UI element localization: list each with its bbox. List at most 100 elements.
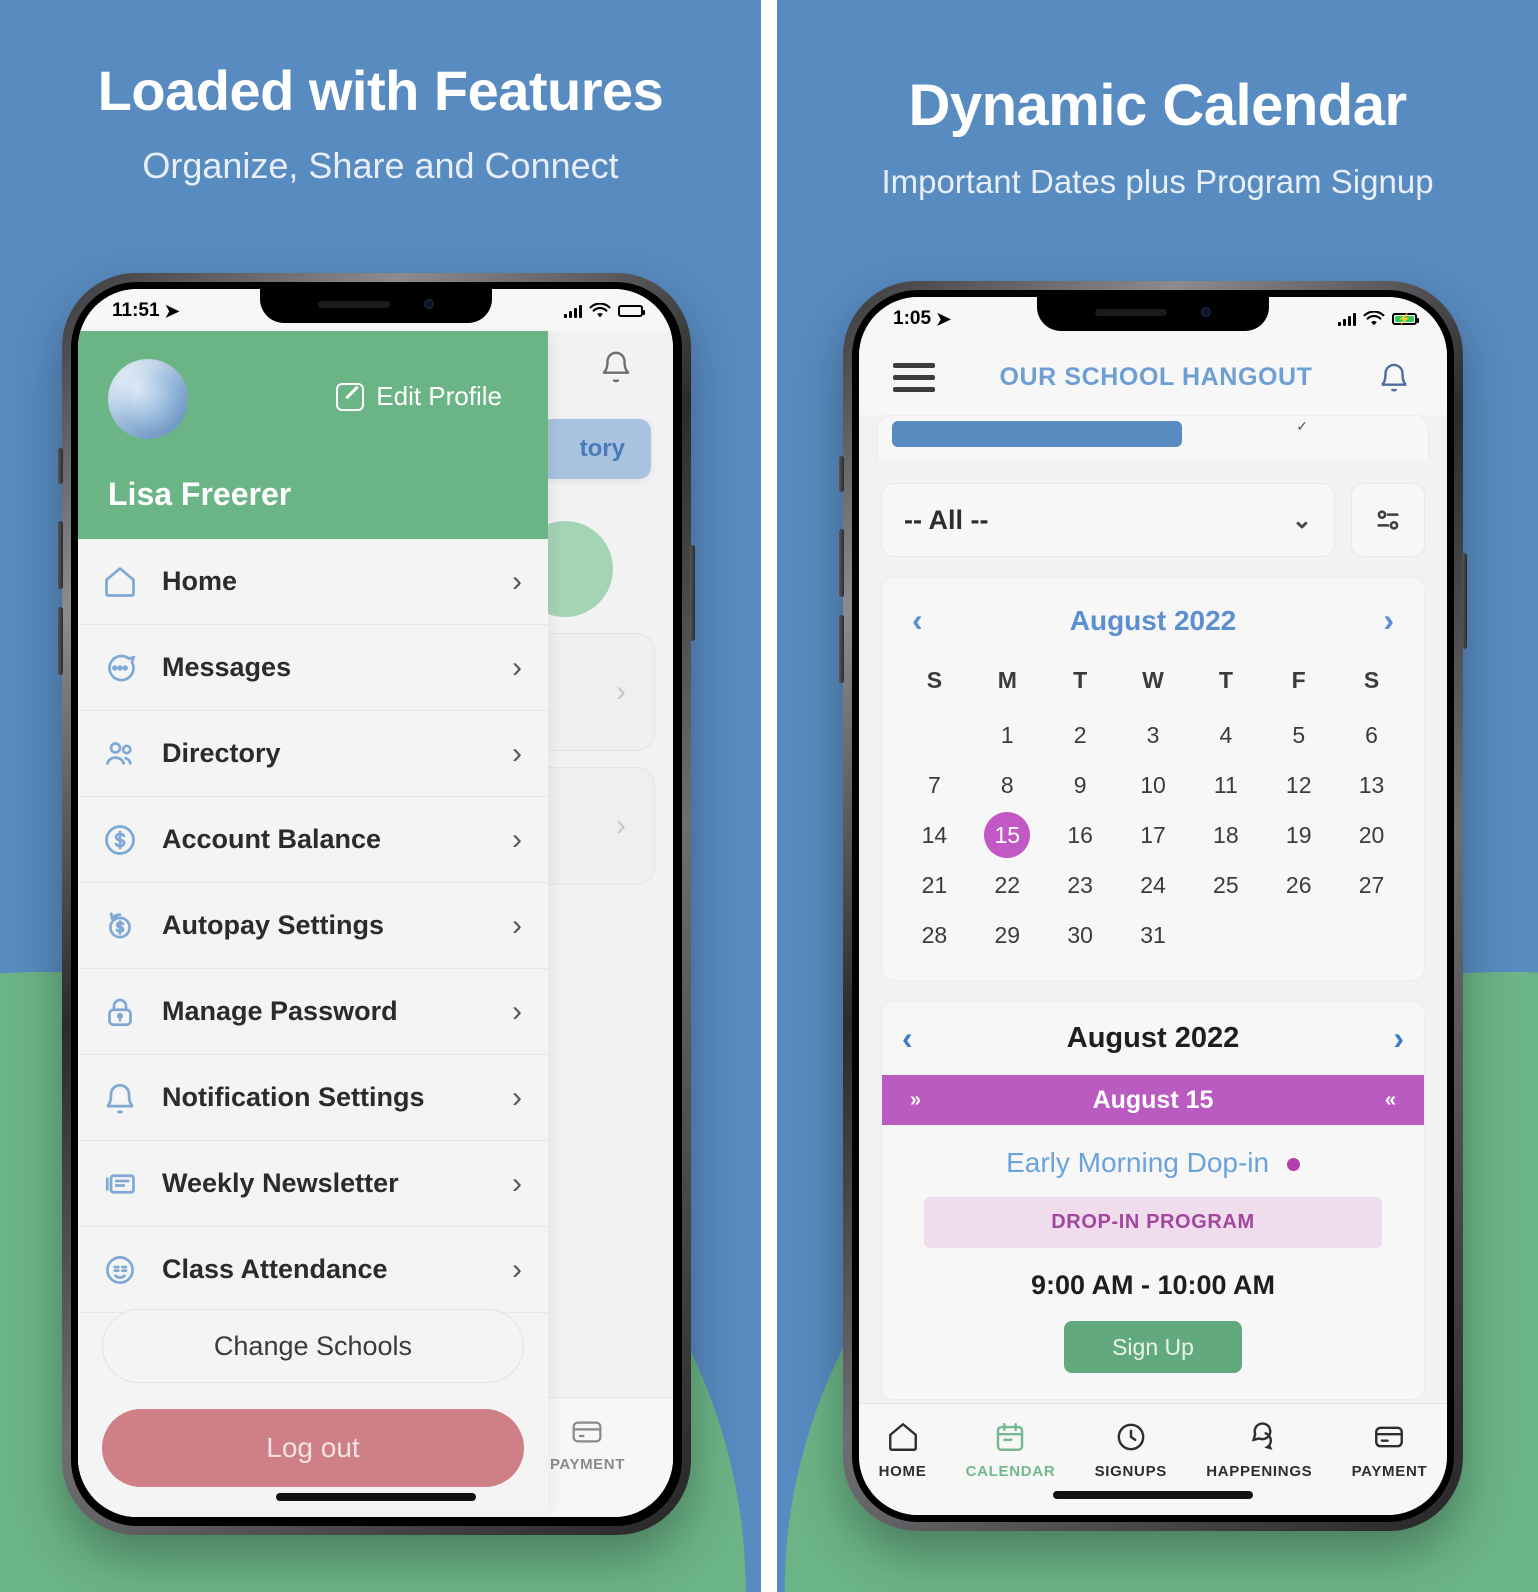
menu-item-messages[interactable]: Messages ›	[78, 625, 548, 711]
event-next-month-button[interactable]: ›	[1393, 1020, 1404, 1057]
calendar-day[interactable]: 22	[971, 862, 1044, 908]
event-signup-button[interactable]: Sign Up	[1064, 1321, 1242, 1373]
event-prev-month-button[interactable]: ‹	[902, 1020, 913, 1057]
change-schools-button[interactable]: Change Schools	[102, 1309, 524, 1383]
calendar-day[interactable]: 29	[971, 912, 1044, 958]
dollar-circle-icon	[100, 820, 140, 860]
calendar-day[interactable]: 11	[1189, 762, 1262, 808]
menu-item-autopay-settings[interactable]: Autopay Settings ›	[78, 883, 548, 969]
category-filter-select[interactable]: -- All -- ⌄	[881, 483, 1335, 557]
calendar-day[interactable]: 31	[1117, 912, 1190, 958]
calendar-day[interactable]: 23	[1044, 862, 1117, 908]
home-indicator	[1053, 1491, 1253, 1499]
menu-item-home[interactable]: Home ›	[78, 539, 548, 625]
event-prev-day-button[interactable]: »	[910, 1089, 921, 1112]
drawer-profile-header: Edit Profile Lisa Freerer	[78, 331, 548, 539]
menu-item-label: Home	[162, 566, 238, 596]
directory-pill[interactable]: tory	[539, 419, 651, 479]
pencil-edit-icon	[336, 382, 365, 411]
event-name: Early Morning Dop-in	[1006, 1147, 1270, 1178]
battery-charging-icon: ⚡	[1392, 313, 1419, 326]
calendar-day[interactable]: 24	[1117, 862, 1190, 908]
event-details-card: ‹ August 2022 › » August 15 « Early Morn…	[881, 1001, 1425, 1400]
calendar-day[interactable]: 21	[898, 862, 971, 908]
calendar-next-month-button[interactable]: ›	[1383, 602, 1394, 639]
promo-subtitle: Important Dates plus Program Signup	[881, 163, 1434, 200]
event-name-row[interactable]: Early Morning Dop-in	[882, 1147, 1424, 1179]
phone-notch	[1037, 297, 1269, 331]
status-left: 11:51 ➤	[112, 300, 180, 322]
event-month-label: August 2022	[1066, 1022, 1240, 1054]
bell-icon[interactable]	[1377, 360, 1411, 394]
calendar-screen-body: ✓ -- All -- ⌄ ‹ August 2022 › S M T W T …	[859, 415, 1447, 1403]
calendar-day[interactable]: 7	[898, 762, 971, 808]
tab-payment[interactable]: PAYMENT	[1352, 1420, 1428, 1480]
edit-profile-button[interactable]: Edit Profile	[336, 381, 502, 412]
bell-icon[interactable]	[599, 349, 633, 385]
chevron-right-icon: ›	[616, 675, 626, 708]
menu-item-class-attendance[interactable]: Class Attendance ›	[78, 1227, 548, 1313]
promo-panel-features: Loaded with Features Organize, Share and…	[0, 0, 761, 1592]
tab-signups[interactable]: SIGNUPS	[1095, 1420, 1167, 1480]
menu-item-label: Account Balance	[162, 824, 382, 854]
phone-mute-switch	[839, 456, 844, 492]
calendar-day[interactable]: 27	[1335, 862, 1408, 908]
calendar-day[interactable]: 28	[898, 912, 971, 958]
phone-mockup-right: 1:05 ➤ ⚡ OUR SCHOOL HANGOUT ✓ -- All -- …	[839, 281, 1467, 1531]
hamburger-icon[interactable]	[893, 362, 935, 392]
tab-label: HOME	[878, 1463, 927, 1480]
tab-payment[interactable]: PAYMENT	[550, 1416, 625, 1473]
calendar-day[interactable]: 16	[1044, 812, 1117, 858]
event-next-day-button[interactable]: «	[1385, 1089, 1396, 1112]
phone-volume-up-button	[58, 521, 63, 589]
tab-happenings[interactable]: HAPPENINGS	[1206, 1420, 1312, 1480]
calendar-day[interactable]: 13	[1335, 762, 1408, 808]
menu-item-notification-settings[interactable]: Notification Settings ›	[78, 1055, 548, 1141]
credit-card-icon	[1375, 1426, 1404, 1448]
calendar-day[interactable]: 14	[898, 812, 971, 858]
calendar-day-selected[interactable]: 15	[971, 812, 1044, 858]
earpiece-speaker	[1095, 308, 1167, 316]
tab-label: PAYMENT	[1351, 1463, 1428, 1480]
menu-item-account-balance[interactable]: Account Balance ›	[78, 797, 548, 883]
calendar-day[interactable]: 9	[1044, 762, 1117, 808]
tab-calendar[interactable]: CALENDAR	[966, 1420, 1056, 1480]
calendar-day[interactable]: 30	[1044, 912, 1117, 958]
chevron-right-icon: ›	[512, 1166, 522, 1200]
calendar-day[interactable]: 20	[1335, 812, 1408, 858]
calendar-day[interactable]: 8	[971, 762, 1044, 808]
calendar-day[interactable]: 3	[1117, 712, 1190, 758]
people-icon	[100, 734, 140, 774]
calendar-day[interactable]: 18	[1189, 812, 1262, 858]
event-month-nav: ‹ August 2022 ›	[882, 1002, 1424, 1075]
calendar-day[interactable]: 1	[971, 712, 1044, 758]
calendar-day[interactable]: 19	[1262, 812, 1335, 858]
drawer-footer: Change Schools Log out	[78, 1309, 548, 1517]
menu-item-directory[interactable]: Directory ›	[78, 711, 548, 797]
menu-item-manage-password[interactable]: Manage Password ›	[78, 969, 548, 1055]
calendar-day[interactable]: 4	[1189, 712, 1262, 758]
calendar-day[interactable]: 12	[1262, 762, 1335, 808]
log-out-button[interactable]: Log out	[102, 1409, 524, 1487]
calendar-prev-month-button[interactable]: ‹	[912, 602, 923, 639]
avatar[interactable]	[108, 359, 188, 439]
calendar-day[interactable]: 10	[1117, 762, 1190, 808]
newsletter-icon	[100, 1164, 140, 1204]
calendar-day[interactable]: 2	[1044, 712, 1117, 758]
calendar-day[interactable]: 6	[1335, 712, 1408, 758]
app-bar-right: OUR SCHOOL HANGOUT	[859, 339, 1447, 415]
chevron-down-icon: ⌄	[1291, 506, 1312, 534]
phone-mute-switch	[58, 448, 63, 484]
filter-settings-button[interactable]	[1351, 483, 1425, 557]
menu-item-weekly-newsletter[interactable]: Weekly Newsletter ›	[78, 1141, 548, 1227]
home-icon	[888, 1423, 917, 1451]
calendar-day[interactable]: 5	[1262, 712, 1335, 758]
scrolled-content-peek: ✓	[877, 415, 1429, 461]
status-right	[564, 303, 645, 319]
calendar-day[interactable]: 17	[1117, 812, 1190, 858]
autopay-icon	[100, 906, 140, 946]
calendar-day[interactable]: 25	[1189, 862, 1262, 908]
bell-icon	[100, 1078, 140, 1118]
tab-home[interactable]: HOME	[879, 1420, 927, 1480]
calendar-day[interactable]: 26	[1262, 862, 1335, 908]
